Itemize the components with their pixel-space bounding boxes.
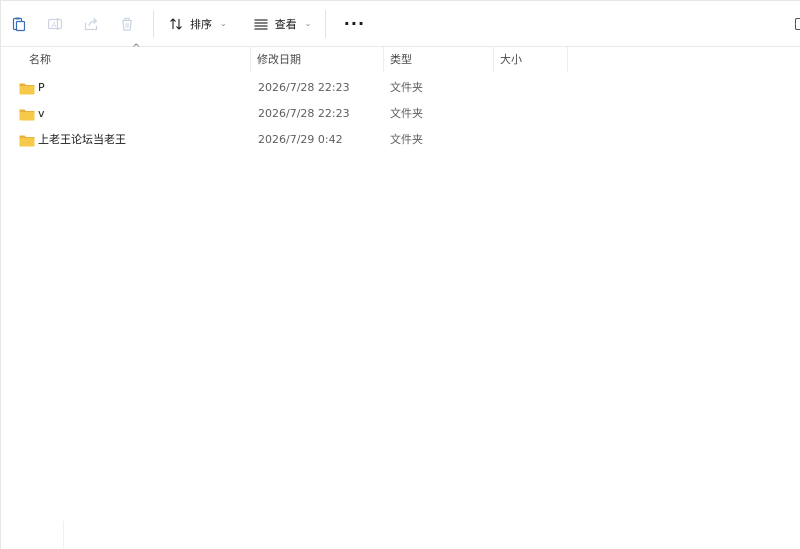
column-header-date-modified[interactable]: 修改日期 (251, 47, 384, 72)
file-name: v (38, 107, 45, 120)
file-type: 文件夹 (390, 133, 423, 146)
file-date-modified: 2026/7/28 22:23 (258, 81, 350, 94)
rename-icon: A (47, 17, 63, 30)
file-row[interactable]: 上老王论坛当老王 2026/7/29 0:42 文件夹 (1, 127, 800, 153)
toolbar-separator (325, 9, 327, 38)
rename-button[interactable]: A (37, 8, 73, 40)
file-date-modified: 2026/7/29 0:42 (258, 133, 343, 146)
sort-label: 排序 (190, 17, 212, 31)
command-bar: A 排序 ⌄ 查看 ⌄ ··· (1, 1, 800, 47)
share-icon (84, 17, 98, 30)
details-pane-icon[interactable] (795, 18, 800, 30)
column-header-name[interactable]: 名称 (23, 47, 251, 72)
file-type: 文件夹 (390, 81, 423, 94)
share-button[interactable] (73, 8, 109, 40)
file-row[interactable]: P 2026/7/28 22:23 文件夹 (1, 75, 800, 101)
more-icon: ··· (343, 14, 366, 33)
paste-button[interactable] (1, 8, 37, 40)
toolbar-separator (153, 9, 154, 38)
file-list: P 2026/7/28 22:23 文件夹 v 2026/7/28 22:23 … (1, 75, 800, 153)
sort-icon (170, 17, 182, 30)
file-date-modified: 2026/7/28 22:23 (258, 107, 350, 120)
chevron-down-icon: ⌄ (220, 19, 227, 28)
view-list-icon (254, 18, 268, 30)
trash-icon (122, 17, 132, 31)
svg-text:A: A (52, 21, 57, 29)
file-name: 上老王论坛当老王 (38, 133, 126, 146)
column-headers: 名称 修改日期 类型 大小 (1, 47, 800, 72)
chevron-down-icon: ⌄ (304, 19, 312, 28)
pane-divider (63, 521, 64, 549)
sort-button[interactable]: 排序 ⌄ (162, 8, 233, 40)
folder-icon (19, 82, 35, 95)
file-type: 文件夹 (390, 107, 423, 120)
view-label: 查看 (274, 17, 297, 31)
delete-button[interactable] (109, 8, 145, 40)
paste-icon (12, 17, 26, 31)
view-button[interactable]: 查看 ⌄ (247, 8, 318, 40)
file-name: P (38, 81, 45, 94)
folder-icon (19, 108, 35, 121)
column-header-size[interactable]: 大小 (494, 47, 568, 72)
file-explorer-window: A 排序 ⌄ 查看 ⌄ ··· ^ 名称 修改日期 类型 大小 P 2026/7… (0, 0, 800, 549)
more-options-button[interactable]: ··· (334, 8, 374, 40)
folder-icon (19, 134, 35, 147)
file-row[interactable]: v 2026/7/28 22:23 文件夹 (1, 101, 800, 127)
column-header-type[interactable]: 类型 (384, 47, 494, 72)
